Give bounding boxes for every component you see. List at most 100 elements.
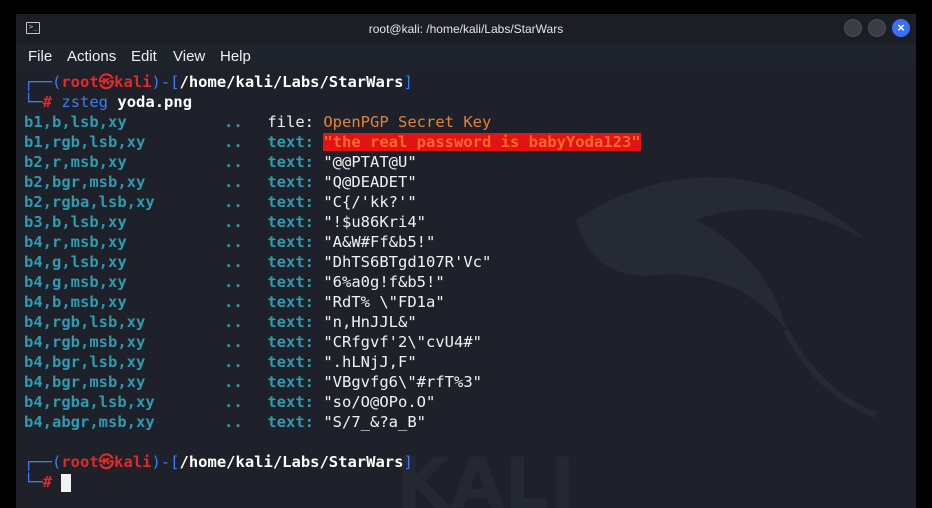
result-kind: text: xyxy=(267,393,314,411)
result-mode: b4,g,lsb,xy xyxy=(24,253,127,271)
result-row: b4,rgb,lsb,xy.. text: "n,HnJJL&" xyxy=(24,312,417,332)
result-mode: b4,rgb,lsb,xy xyxy=(24,313,146,331)
result-mode: b1,rgb,lsb,xy xyxy=(24,133,146,151)
result-mode: b2,rgba,lsb,xy xyxy=(24,193,155,211)
result-kind: text: xyxy=(267,373,314,391)
result-mode: b2,r,msb,xy xyxy=(24,153,127,171)
result-dots: .. xyxy=(224,113,243,131)
menu-view[interactable]: View xyxy=(173,44,205,70)
terminal-window: >_ root@kali: /home/kali/Labs/StarWars ×… xyxy=(16,14,916,508)
result-dots: .. xyxy=(224,373,243,391)
result-dots: .. xyxy=(224,153,243,171)
result-kind: text: xyxy=(267,213,314,231)
menu-help[interactable]: Help xyxy=(220,44,251,70)
result-dots: .. xyxy=(224,233,243,251)
command-line: └─# zsteg yoda.png xyxy=(24,93,193,111)
minimize-button[interactable] xyxy=(844,19,862,37)
result-mode: b4,bgr,lsb,xy xyxy=(24,353,146,371)
result-dots: .. xyxy=(224,293,243,311)
result-mode: b4,rgb,msb,xy xyxy=(24,333,146,351)
result-kind: text: xyxy=(267,313,314,331)
result-dots: .. xyxy=(224,333,243,351)
result-mode: b4,abgr,msb,xy xyxy=(24,413,155,431)
result-row: b4,r,msb,xy.. text: "A&W#Ff&b5!" xyxy=(24,232,435,252)
result-mode: b4,rgba,lsb,xy xyxy=(24,393,155,411)
result-kind: text: xyxy=(267,273,314,291)
maximize-button[interactable] xyxy=(868,19,886,37)
result-dots: .. xyxy=(224,313,243,331)
result-row: b4,g,lsb,xy.. text: "DhTS6BTgd107R'Vc" xyxy=(24,252,491,272)
result-value: ".hLNjJ,F" xyxy=(323,353,417,371)
result-kind: file: xyxy=(267,113,314,131)
result-value: "so/O@OPo.O" xyxy=(323,393,436,411)
highlighted-password-value: "the real password is babyYoda123" xyxy=(323,133,641,151)
result-dots: .. xyxy=(224,253,243,271)
menu-bar: File Actions Edit View Help xyxy=(16,44,916,70)
result-mode: b2,bgr,msb,xy xyxy=(24,173,146,191)
result-dots: .. xyxy=(224,413,243,431)
result-kind: text: xyxy=(267,193,314,211)
result-dots: .. xyxy=(224,133,243,151)
result-dots: .. xyxy=(224,193,243,211)
terminal-output[interactable]: KALI ┌──(root㉿kali)-[/home/kali/Labs/Sta… xyxy=(16,70,916,508)
menu-actions[interactable]: Actions xyxy=(67,44,116,70)
result-value: OpenPGP Secret Key xyxy=(323,113,492,131)
result-row: b1,b,lsb,xy.. file: OpenPGP Secret Key xyxy=(24,112,491,132)
result-value: "@@PTAT@U" xyxy=(323,153,417,171)
result-row: b2,rgba,lsb,xy.. text: "C{/'kk?'" xyxy=(24,192,417,212)
result-mode: b4,bgr,msb,xy xyxy=(24,373,146,391)
result-mode: b4,r,msb,xy xyxy=(24,233,127,251)
result-value: "Q@DEADET" xyxy=(323,173,417,191)
result-value: "!$u86Kri4" xyxy=(323,213,426,231)
result-value: "6%a0g!f&b5!" xyxy=(323,273,445,291)
result-dots: .. xyxy=(224,353,243,371)
result-value: "n,HnJJL&" xyxy=(323,313,417,331)
menu-file[interactable]: File xyxy=(28,44,52,70)
result-row: b1,rgb,lsb,xy.. text: "the real password … xyxy=(24,132,641,152)
skull-icon: ㉿ xyxy=(98,453,115,471)
text-cursor xyxy=(61,473,72,492)
result-row: b4,rgb,msb,xy.. text: "CRfgvf'2\"cvU4#" xyxy=(24,332,482,352)
result-value: "RdT% \"FD1a" xyxy=(323,293,445,311)
result-kind: text: xyxy=(267,153,314,171)
result-value: "VBgvfg6\"#rfT%3" xyxy=(323,373,482,391)
close-button[interactable]: × xyxy=(892,19,910,37)
result-row: b2,r,msb,xy.. text: "@@PTAT@U" xyxy=(24,152,417,172)
result-value: "A&W#Ff&b5!" xyxy=(323,233,436,251)
prompt-line-1: ┌──(root㉿kali)-[/home/kali/Labs/StarWars… xyxy=(24,73,413,91)
result-row: b4,abgr,msb,xy.. text: "S/7_&?a_B" xyxy=(24,412,426,432)
result-kind: text: xyxy=(267,333,314,351)
result-kind: text: xyxy=(267,413,314,431)
result-row: b3,b,lsb,xy.. text: "!$u86Kri4" xyxy=(24,212,426,232)
result-mode: b1,b,lsb,xy xyxy=(24,113,127,131)
result-kind: text: xyxy=(267,133,314,151)
result-row: b4,g,msb,xy.. text: "6%a0g!f&b5!" xyxy=(24,272,445,292)
title-bar[interactable]: >_ root@kali: /home/kali/Labs/StarWars × xyxy=(16,14,916,44)
skull-icon: ㉿ xyxy=(98,73,115,91)
result-row: b4,bgr,msb,xy.. text: "VBgvfg6\"#rfT%3" xyxy=(24,372,482,392)
result-dots: .. xyxy=(224,173,243,191)
result-dots: .. xyxy=(224,213,243,231)
result-dots: .. xyxy=(224,393,243,411)
input-line[interactable]: └─# xyxy=(24,472,72,492)
result-kind: text: xyxy=(267,233,314,251)
result-mode: b4,b,msb,xy xyxy=(24,293,127,311)
result-row: b4,rgba,lsb,xy.. text: "so/O@OPo.O" xyxy=(24,392,435,412)
result-dots: .. xyxy=(224,273,243,291)
result-value: "CRfgvf'2\"cvU4#" xyxy=(323,333,482,351)
result-value: "S/7_&?a_B" xyxy=(323,413,426,431)
result-kind: text: xyxy=(267,293,314,311)
result-kind: text: xyxy=(267,253,314,271)
window-title: root@kali: /home/kali/Labs/StarWars xyxy=(368,22,564,36)
result-kind: text: xyxy=(267,353,314,371)
result-row: b4,bgr,lsb,xy.. text: ".hLNjJ,F" xyxy=(24,352,417,372)
result-mode: b4,g,msb,xy xyxy=(24,273,127,291)
menu-edit[interactable]: Edit xyxy=(131,44,157,70)
result-value: "DhTS6BTgd107R'Vc" xyxy=(323,253,492,271)
result-kind: text: xyxy=(267,173,314,191)
close-icon: × xyxy=(897,20,905,35)
result-row: b4,b,msb,xy.. text: "RdT% \"FD1a" xyxy=(24,292,445,312)
result-value: "C{/'kk?'" xyxy=(323,193,417,211)
result-row: b2,bgr,msb,xy.. text: "Q@DEADET" xyxy=(24,172,417,192)
result-mode: b3,b,lsb,xy xyxy=(24,213,127,231)
